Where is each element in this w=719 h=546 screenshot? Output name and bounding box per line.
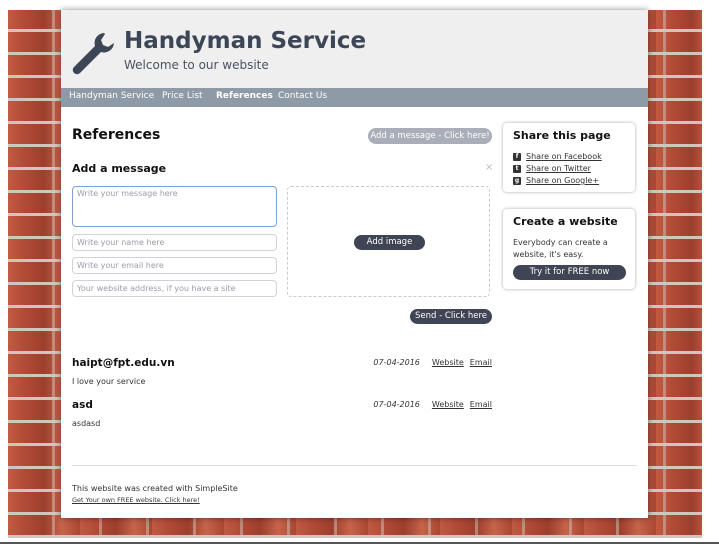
page-title: References	[72, 127, 161, 143]
try-free-button[interactable]: Try it for FREE now	[513, 265, 626, 280]
image-drop-zone[interactable]: Add image	[287, 186, 490, 297]
add-message-heading: Add a message	[72, 162, 167, 175]
site-subtitle: Welcome to our website	[124, 58, 269, 72]
share-google-link[interactable]: g Share on Google+	[513, 176, 599, 185]
close-icon[interactable]: ×	[485, 162, 493, 173]
entry-website-link[interactable]: Website	[432, 400, 464, 409]
entry-text: asdasd	[72, 419, 101, 428]
nav-item-handyman-service[interactable]: Handyman Service	[69, 91, 154, 101]
main-nav: Handyman Service Price List References C…	[61, 88, 648, 107]
website-input[interactable]	[72, 280, 277, 297]
share-facebook-link[interactable]: f Share on Facebook	[513, 152, 602, 161]
window-bottom-edge	[0, 542, 719, 544]
footer-text: This website was created with SimpleSite	[72, 484, 238, 493]
add-message-button[interactable]: Add a message - Click here!	[368, 128, 492, 144]
entry-meta: 07-04-2016 Website Email	[373, 400, 492, 409]
entry-email-link[interactable]: Email	[470, 400, 492, 409]
footer-divider	[72, 465, 637, 466]
share-google-label[interactable]: Share on Google+	[526, 176, 599, 185]
site-title[interactable]: Handyman Service	[124, 28, 366, 54]
share-facebook-label[interactable]: Share on Facebook	[526, 152, 602, 161]
page-container: Handyman Service Welcome to our website …	[61, 10, 648, 518]
entry-email-link[interactable]: Email	[470, 358, 492, 367]
entry-date: 07-04-2016	[373, 400, 420, 409]
message-textarea[interactable]	[72, 186, 277, 227]
share-box: Share this page f Share on Facebook t Shar…	[503, 123, 635, 192]
email-input[interactable]	[72, 257, 277, 274]
nav-item-references[interactable]: References	[216, 91, 273, 101]
entry-author: asd	[72, 399, 93, 411]
create-description: Everybody can create a website, it's eas…	[513, 238, 608, 259]
google-plus-icon: g	[513, 176, 521, 185]
share-twitter-link[interactable]: t Share on Twitter	[513, 164, 591, 173]
entry-author: haipt@fpt.edu.vn	[72, 357, 175, 369]
entry-date: 07-04-2016	[373, 358, 420, 367]
nav-item-contact-us[interactable]: Contact Us	[278, 91, 327, 101]
name-input[interactable]	[72, 234, 277, 251]
wrench-icon	[72, 33, 114, 75]
site-header: Handyman Service Welcome to our website	[61, 10, 648, 88]
facebook-icon: f	[513, 152, 521, 161]
footer-link[interactable]: Get Your own FREE website. Click here!	[72, 496, 200, 504]
create-title: Create a website	[513, 215, 618, 228]
share-title: Share this page	[513, 129, 611, 142]
entry-text: I love your service	[72, 377, 146, 386]
twitter-icon: t	[513, 164, 521, 173]
entry-meta: 07-04-2016 Website Email	[373, 358, 492, 367]
entry-website-link[interactable]: Website	[432, 358, 464, 367]
send-button[interactable]: Send - Click here	[410, 309, 492, 324]
nav-item-price-list[interactable]: Price List	[162, 91, 203, 101]
create-website-box: Create a website Everybody can create a …	[503, 209, 635, 289]
add-image-button[interactable]: Add image	[354, 235, 425, 250]
share-twitter-label[interactable]: Share on Twitter	[526, 164, 591, 173]
